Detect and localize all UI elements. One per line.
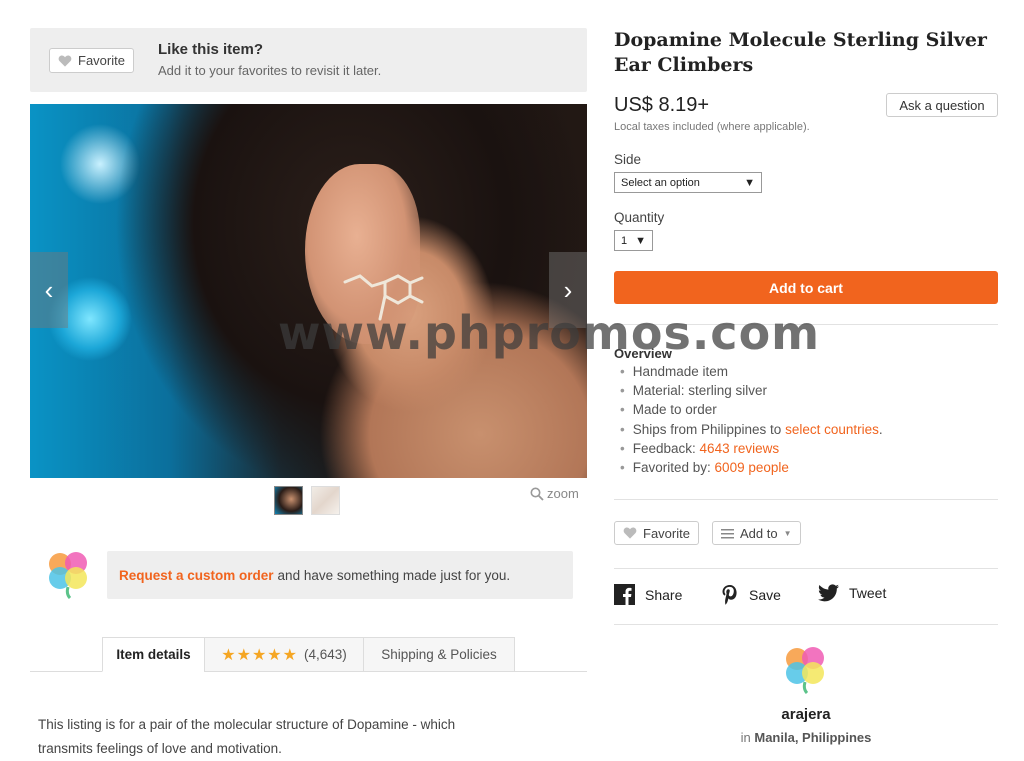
overview-item: Material: sterling silver bbox=[620, 381, 883, 400]
heart-icon bbox=[623, 527, 637, 539]
zoom-label: zoom bbox=[547, 486, 579, 501]
listing-main-image[interactable]: ‹ › bbox=[30, 104, 587, 478]
caret-down-icon: ▼ bbox=[783, 528, 792, 538]
add-to-list-button[interactable]: Add to ▼ bbox=[712, 521, 801, 545]
material-text: Material: sterling silver bbox=[632, 383, 768, 399]
select-countries-link[interactable]: select countries bbox=[785, 422, 879, 437]
review-count: (4,643) bbox=[303, 647, 347, 662]
chevron-left-icon: ‹ bbox=[44, 274, 54, 305]
tax-note: Local taxes included (where applicable). bbox=[614, 121, 810, 133]
tweet-twitter-button[interactable]: Tweet bbox=[818, 584, 886, 602]
tab-shipping-policies-label: Shipping & Policies bbox=[381, 647, 497, 662]
tab-shipping-policies[interactable]: Shipping & Policies bbox=[363, 637, 515, 672]
share-label: Share bbox=[645, 586, 683, 603]
thumbnail-1[interactable] bbox=[274, 486, 303, 515]
reviews-link[interactable]: 4643 reviews bbox=[700, 441, 780, 456]
quantity-select[interactable]: 1 ▼ bbox=[614, 230, 653, 251]
request-custom-order-link[interactable]: Request a custom order bbox=[119, 568, 274, 583]
shop-avatar-icon[interactable] bbox=[783, 645, 829, 695]
next-image-button[interactable]: › bbox=[549, 252, 587, 328]
favorite-banner: Favorite Like this item? Add it to your … bbox=[30, 28, 587, 92]
save-pinterest-button[interactable]: Save bbox=[721, 584, 781, 605]
chevron-right-icon: › bbox=[563, 274, 573, 305]
ships-suffix: . bbox=[878, 421, 883, 437]
divider bbox=[614, 499, 998, 500]
handmade-text: Handmade item bbox=[632, 364, 729, 379]
item-description: This listing is for a pair of the molecu… bbox=[38, 713, 558, 761]
feedback-label: Feedback: bbox=[632, 440, 696, 456]
divider bbox=[614, 568, 998, 569]
side-select-value: Select an option bbox=[621, 176, 700, 189]
favorite-listing-label: Favorite bbox=[643, 525, 690, 541]
heart-icon bbox=[58, 54, 72, 67]
favorited-people-link[interactable]: 6009 people bbox=[715, 460, 789, 475]
favorite-banner-subtitle: Add it to your favorites to revisit it l… bbox=[158, 63, 382, 78]
custom-order-text: and have something made just for you. bbox=[277, 567, 511, 583]
ask-question-button[interactable]: Ask a question bbox=[886, 93, 998, 117]
overview-item: Favorited by: 6009 people bbox=[620, 458, 883, 477]
made-to-order-text: Made to order bbox=[632, 402, 717, 418]
favorited-label: Favorited by: bbox=[632, 459, 711, 475]
tweet-label: Tweet bbox=[849, 585, 887, 601]
share-facebook-button[interactable]: Share bbox=[614, 584, 682, 605]
dropdown-arrow-icon: ▼ bbox=[635, 234, 646, 247]
ships-from-text: Ships from Philippines to bbox=[632, 421, 782, 437]
star-rating-icon: ★★★★★ bbox=[221, 646, 298, 664]
shop-name-link[interactable]: arajera bbox=[614, 706, 998, 723]
tab-item-details-label: Item details bbox=[116, 647, 191, 662]
favorite-banner-title: Like this item? bbox=[158, 41, 264, 58]
earring-graphic bbox=[343, 274, 424, 321]
listing-title: Dopamine Molecule Sterling Silver Ear Cl… bbox=[614, 29, 987, 76]
favorite-listing-button[interactable]: Favorite bbox=[614, 521, 699, 545]
shop-location-value: Manila, Philippines bbox=[754, 730, 872, 745]
previous-image-button[interactable]: ‹ bbox=[30, 252, 68, 328]
magnifier-icon bbox=[530, 487, 544, 501]
thumbnail-2[interactable] bbox=[311, 486, 340, 515]
save-label: Save bbox=[749, 586, 781, 603]
quantity-select-value: 1 bbox=[621, 234, 628, 247]
side-label: Side bbox=[614, 152, 642, 167]
shop-logo-icon bbox=[49, 552, 87, 600]
favorite-button[interactable]: Favorite bbox=[49, 48, 134, 73]
overview-title: Overview bbox=[614, 346, 672, 361]
divider bbox=[614, 324, 998, 325]
twitter-icon bbox=[818, 584, 839, 602]
list-icon bbox=[721, 528, 734, 538]
add-to-label: Add to bbox=[740, 525, 778, 541]
overview-item: Feedback: 4643 reviews bbox=[620, 439, 883, 458]
overview-item: Ships from Philippines to select countri… bbox=[620, 420, 883, 439]
divider bbox=[614, 624, 998, 625]
tab-item-details[interactable]: Item details bbox=[102, 637, 205, 672]
favorite-button-label: Favorite bbox=[78, 53, 125, 68]
add-to-cart-button[interactable]: Add to cart bbox=[614, 271, 998, 304]
custom-order-box: Request a custom order and have somethin… bbox=[107, 551, 573, 599]
description-line-1: This listing is for a pair of the molecu… bbox=[38, 717, 456, 732]
side-select[interactable]: Select an option ▼ bbox=[614, 172, 762, 193]
overview-list: Handmade item Material: sterling silver … bbox=[620, 362, 883, 477]
tab-reviews[interactable]: ★★★★★ (4,643) bbox=[204, 637, 364, 672]
overview-item: Made to order bbox=[620, 400, 883, 419]
overview-item: Handmade item bbox=[620, 362, 883, 381]
description-line-2: transmits feelings of love and motivatio… bbox=[38, 741, 282, 756]
quantity-label: Quantity bbox=[614, 210, 665, 225]
shop-location-prefix: in bbox=[740, 730, 751, 745]
zoom-button[interactable]: zoom bbox=[530, 486, 579, 501]
listing-price: US$ 8.19+ bbox=[614, 94, 710, 116]
pinterest-icon bbox=[722, 585, 737, 605]
shop-location: in Manila, Philippines bbox=[614, 730, 998, 745]
dropdown-arrow-icon: ▼ bbox=[744, 176, 755, 189]
facebook-icon bbox=[614, 584, 635, 605]
